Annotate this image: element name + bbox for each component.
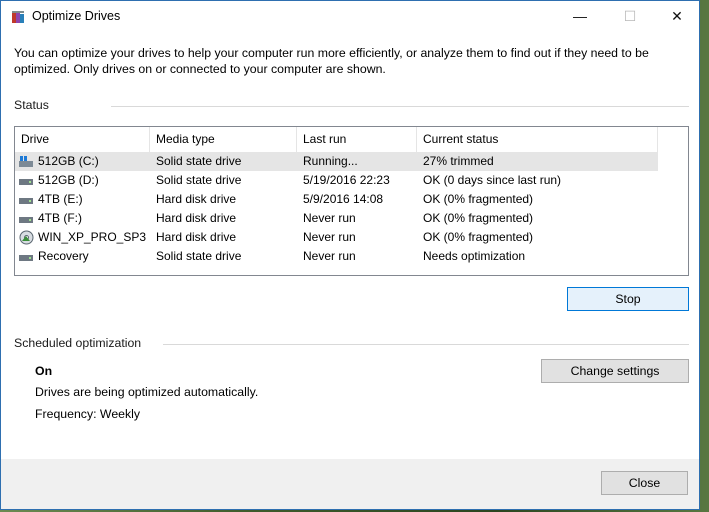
status-divider bbox=[111, 106, 689, 107]
drive-row[interactable]: Recovery Solid state drive Never run Nee… bbox=[15, 247, 658, 266]
last-run: Never run bbox=[303, 211, 356, 225]
column-header-drive[interactable]: Drive bbox=[15, 127, 150, 152]
hard-drive-icon bbox=[19, 217, 33, 223]
media-type: Solid state drive bbox=[156, 154, 242, 168]
dialog-footer: Close bbox=[1, 459, 699, 509]
column-header-media-type[interactable]: Media type bbox=[150, 127, 297, 152]
schedule-frequency: Frequency: Weekly bbox=[35, 407, 141, 421]
current-status: OK (0% fragmented) bbox=[423, 211, 534, 225]
change-settings-button[interactable]: Change settings bbox=[541, 359, 689, 383]
column-header-last-run[interactable]: Last run bbox=[297, 127, 417, 152]
schedule-state: On bbox=[35, 364, 53, 378]
close-button[interactable]: Close bbox=[601, 471, 688, 495]
hard-drive-icon bbox=[19, 198, 33, 204]
current-status: 27% trimmed bbox=[423, 154, 494, 168]
drive-name: Recovery bbox=[38, 249, 89, 263]
drives-list[interactable]: Drive Media type Last run Current status… bbox=[14, 126, 689, 276]
current-status: OK (0 days since last run) bbox=[423, 173, 562, 187]
last-run: 5/9/2016 14:08 bbox=[303, 192, 384, 206]
drive-name: 512GB (D:) bbox=[38, 173, 99, 187]
drive-name: 4TB (E:) bbox=[38, 192, 83, 206]
optimize-drives-window: Optimize Drives — ☐ ✕ You can optimize y… bbox=[0, 0, 700, 510]
drive-row[interactable]: 512GB (D:) Solid state drive 5/19/2016 2… bbox=[15, 171, 658, 190]
drive-row[interactable]: 4TB (F:) Hard disk drive Never run OK (0… bbox=[15, 209, 658, 228]
minimize-button[interactable]: — bbox=[557, 1, 603, 32]
maximize-button[interactable]: ☐ bbox=[607, 1, 653, 32]
drives-list-header: Drive Media type Last run Current status bbox=[15, 127, 658, 152]
windows-drive-icon bbox=[19, 156, 33, 167]
scheduled-optimization-label: Scheduled optimization bbox=[14, 336, 142, 350]
drive-name: 512GB (C:) bbox=[38, 154, 99, 168]
hard-drive-icon bbox=[19, 255, 33, 261]
last-run: Never run bbox=[303, 230, 356, 244]
last-run: 5/19/2016 22:23 bbox=[303, 173, 390, 187]
drive-name: WIN_XP_PRO_SP3 (... bbox=[38, 230, 148, 244]
drive-row[interactable]: WIN_XP_PRO_SP3 (... Hard disk drive Neve… bbox=[15, 228, 658, 247]
drive-row[interactable]: 512GB (C:) Solid state drive Running... … bbox=[15, 152, 658, 171]
schedule-message: Drives are being optimized automatically… bbox=[35, 385, 259, 399]
drive-row[interactable]: 4TB (E:) Hard disk drive 5/9/2016 14:08 … bbox=[15, 190, 658, 209]
window-close-button[interactable]: ✕ bbox=[654, 1, 700, 32]
optimize-drives-app-icon bbox=[12, 11, 24, 23]
current-status: Needs optimization bbox=[423, 249, 526, 263]
status-section-label: Status bbox=[14, 98, 49, 112]
media-type: Hard disk drive bbox=[156, 230, 237, 244]
column-header-current-status[interactable]: Current status bbox=[417, 127, 658, 152]
disc-image-drive-icon bbox=[19, 230, 34, 245]
last-run: Running... bbox=[303, 154, 358, 168]
minimize-icon: — bbox=[573, 8, 587, 24]
stop-button[interactable]: Stop bbox=[567, 287, 689, 311]
current-status: OK (0% fragmented) bbox=[423, 230, 534, 244]
last-run: Never run bbox=[303, 249, 356, 263]
media-type: Solid state drive bbox=[156, 173, 242, 187]
window-title: Optimize Drives bbox=[32, 9, 121, 23]
scheduled-divider bbox=[163, 344, 689, 345]
title-bar[interactable]: Optimize Drives — ☐ ✕ bbox=[1, 1, 699, 32]
current-status: OK (0% fragmented) bbox=[423, 192, 534, 206]
media-type: Solid state drive bbox=[156, 249, 242, 263]
close-icon: ✕ bbox=[671, 8, 683, 24]
media-type: Hard disk drive bbox=[156, 211, 237, 225]
maximize-icon: ☐ bbox=[623, 8, 637, 24]
description-text: You can optimize your drives to help you… bbox=[14, 46, 649, 76]
hard-drive-icon bbox=[19, 179, 33, 185]
drive-name: 4TB (F:) bbox=[38, 211, 82, 225]
media-type: Hard disk drive bbox=[156, 192, 237, 206]
